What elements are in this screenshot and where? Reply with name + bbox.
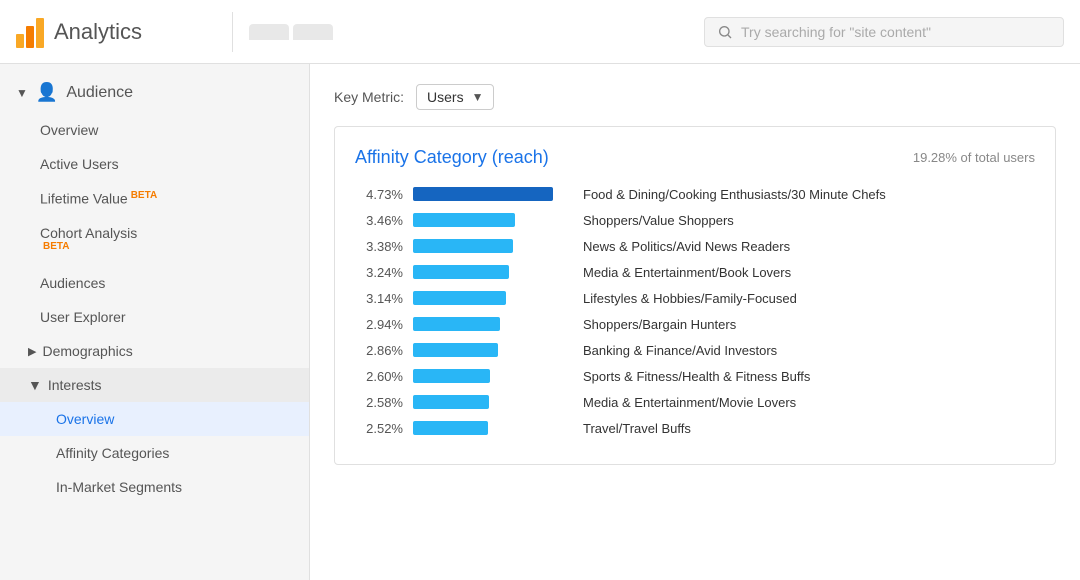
chart-pct: 3.46% [355, 213, 403, 228]
sidebar-item-user-explorer[interactable]: User Explorer [0, 300, 309, 334]
chart-header: Affinity Category (reach) 19.28% of tota… [355, 147, 1035, 168]
bar-container [413, 210, 573, 230]
header-divider [232, 12, 233, 52]
chart-label: News & Politics/Avid News Readers [583, 239, 1035, 254]
sidebar-item-lifetime-value[interactable]: Lifetime ValueBETA [0, 181, 309, 216]
bar-fill [413, 187, 553, 201]
search-placeholder-text: Try searching for "site content" [741, 24, 931, 40]
cohort-analysis-beta-badge: BETA [43, 241, 69, 252]
analytics-logo-icon [16, 16, 44, 48]
sidebar: ▼ 👤 Audience Overview Active Users Lifet… [0, 64, 310, 580]
sidebar-item-cohort-analysis[interactable]: Cohort Analysis BETA [0, 216, 309, 267]
chart-stat: 19.28% of total users [913, 150, 1035, 165]
app-title: Analytics [54, 19, 142, 45]
bar-fill [413, 421, 488, 435]
bar-container [413, 184, 573, 204]
chart-row: 2.60% Sports & Fitness/Health & Fitness … [355, 366, 1035, 386]
bar-fill [413, 213, 515, 227]
chart-pct: 2.52% [355, 421, 403, 436]
chart-row: 3.38% News & Politics/Avid News Readers [355, 236, 1035, 256]
chart-pct: 2.94% [355, 317, 403, 332]
chart-pct: 4.73% [355, 187, 403, 202]
person-icon: 👤 [36, 82, 58, 103]
bar-fill [413, 239, 513, 253]
lifetime-value-beta-badge: BETA [131, 190, 157, 201]
chart-label: Shoppers/Bargain Hunters [583, 317, 1035, 332]
chart-rows: 4.73% Food & Dining/Cooking Enthusiasts/… [355, 184, 1035, 438]
chart-pct: 2.58% [355, 395, 403, 410]
body-layout: ▼ 👤 Audience Overview Active Users Lifet… [0, 64, 1080, 580]
chart-label: Food & Dining/Cooking Enthusiasts/30 Min… [583, 187, 1035, 202]
chart-pct: 2.60% [355, 369, 403, 384]
chart-pct: 3.38% [355, 239, 403, 254]
header-tab-1[interactable] [249, 24, 289, 40]
sidebar-item-affinity-categories[interactable]: Affinity Categories [0, 436, 309, 470]
chart-pct: 3.14% [355, 291, 403, 306]
key-metric-value: Users [427, 89, 464, 105]
bar-fill [413, 369, 490, 383]
chart-row: 3.24% Media & Entertainment/Book Lovers [355, 262, 1035, 282]
header-nav-tabs [249, 24, 704, 40]
bar-container [413, 236, 573, 256]
sidebar-item-interests-overview[interactable]: Overview [0, 402, 309, 436]
bar-container [413, 418, 573, 438]
chart-label: Travel/Travel Buffs [583, 421, 1035, 436]
chart-label: Banking & Finance/Avid Investors [583, 343, 1035, 358]
key-metric-label: Key Metric: [334, 89, 404, 105]
bar-container [413, 392, 573, 412]
search-icon [717, 24, 733, 40]
bar-fill [413, 343, 498, 357]
chart-row: 3.14% Lifestyles & Hobbies/Family-Focuse… [355, 288, 1035, 308]
chart-row: 2.86% Banking & Finance/Avid Investors [355, 340, 1035, 360]
chart-label: Lifestyles & Hobbies/Family-Focused [583, 291, 1035, 306]
chart-label: Sports & Fitness/Health & Fitness Buffs [583, 369, 1035, 384]
main-content: Key Metric: Users ▼ Affinity Category (r… [310, 64, 1080, 580]
bar-fill [413, 395, 489, 409]
demographics-label: Demographics [42, 343, 132, 359]
interests-chevron-icon: ▼ [28, 377, 42, 393]
sidebar-item-audiences[interactable]: Audiences [0, 266, 309, 300]
sidebar-item-overview[interactable]: Overview [0, 113, 309, 147]
chart-row: 2.52% Travel/Travel Buffs [355, 418, 1035, 438]
interests-label: Interests [48, 377, 102, 393]
chart-row: 2.58% Media & Entertainment/Movie Lovers [355, 392, 1035, 412]
header-tab-2[interactable] [293, 24, 333, 40]
chart-label: Media & Entertainment/Book Lovers [583, 265, 1035, 280]
bar-container [413, 366, 573, 386]
chart-row: 2.94% Shoppers/Bargain Hunters [355, 314, 1035, 334]
demographics-chevron-icon: ▶ [28, 345, 36, 358]
sidebar-demographics-header[interactable]: ▶ Demographics [0, 334, 309, 368]
chart-row: 4.73% Food & Dining/Cooking Enthusiasts/… [355, 184, 1035, 204]
chart-row: 3.46% Shoppers/Value Shoppers [355, 210, 1035, 230]
chart-title: Affinity Category (reach) [355, 147, 549, 168]
key-metric-dropdown-icon: ▼ [472, 90, 484, 104]
chart-label: Media & Entertainment/Movie Lovers [583, 395, 1035, 410]
logo-area: Analytics [16, 16, 216, 48]
chart-pct: 2.86% [355, 343, 403, 358]
bar-container [413, 288, 573, 308]
chart-pct: 3.24% [355, 265, 403, 280]
chart-label: Shoppers/Value Shoppers [583, 213, 1035, 228]
audience-chevron-icon: ▼ [16, 86, 28, 100]
sidebar-item-active-users[interactable]: Active Users [0, 147, 309, 181]
header: Analytics Try searching for "site conten… [0, 0, 1080, 64]
bar-fill [413, 317, 500, 331]
bar-fill [413, 291, 506, 305]
sidebar-item-in-market-segments[interactable]: In-Market Segments [0, 470, 309, 504]
sidebar-audience-header[interactable]: ▼ 👤 Audience [0, 72, 309, 113]
bar-fill [413, 265, 509, 279]
bar-container [413, 314, 573, 334]
chart-section: Affinity Category (reach) 19.28% of tota… [334, 126, 1056, 465]
key-metric-row: Key Metric: Users ▼ [334, 84, 1056, 110]
bar-container [413, 262, 573, 282]
key-metric-select[interactable]: Users ▼ [416, 84, 494, 110]
audience-label: Audience [66, 84, 133, 102]
sidebar-interests-header[interactable]: ▼ Interests [0, 368, 309, 402]
search-area[interactable]: Try searching for "site content" [704, 17, 1064, 47]
bar-container [413, 340, 573, 360]
